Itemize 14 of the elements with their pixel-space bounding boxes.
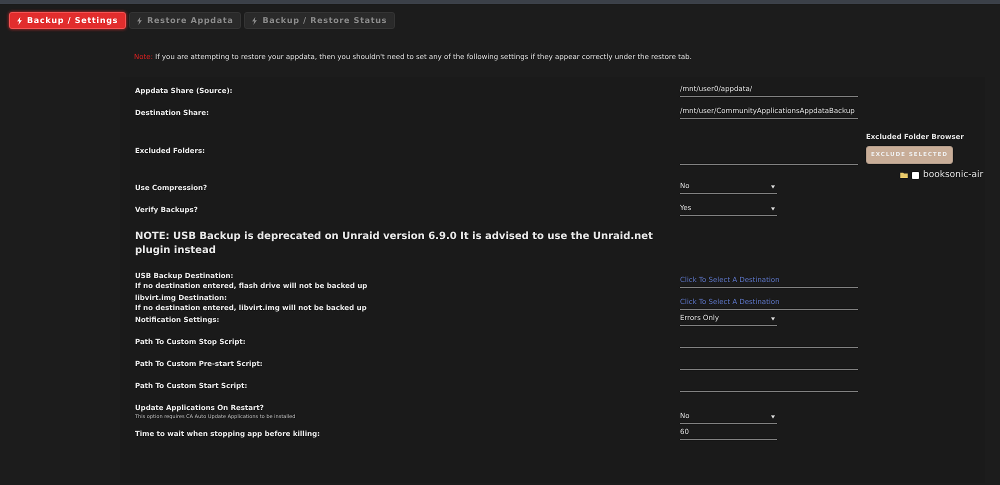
tab[interactable]: Backup / Settings bbox=[9, 12, 126, 29]
bolt-icon bbox=[137, 16, 142, 24]
caret-icon bbox=[771, 415, 775, 419]
caret-icon bbox=[771, 207, 775, 211]
tab[interactable]: Restore Appdata bbox=[129, 12, 242, 29]
checkbox[interactable] bbox=[912, 172, 919, 178]
folder-name[interactable]: booksonic-air bbox=[923, 170, 984, 180]
deprecation-notice: NOTE: USB Backup is deprecated on Unraid version 6.9.0 It is advised to use the Unraid.net plugin instead bbox=[135, 230, 654, 258]
caret-icon bbox=[771, 185, 775, 189]
caret-icon bbox=[771, 317, 775, 321]
bolt-icon bbox=[252, 16, 258, 24]
folder-icon bbox=[900, 172, 908, 178]
tab[interactable]: Backup / Restore Status bbox=[244, 12, 396, 29]
bolt-icon bbox=[17, 16, 22, 24]
